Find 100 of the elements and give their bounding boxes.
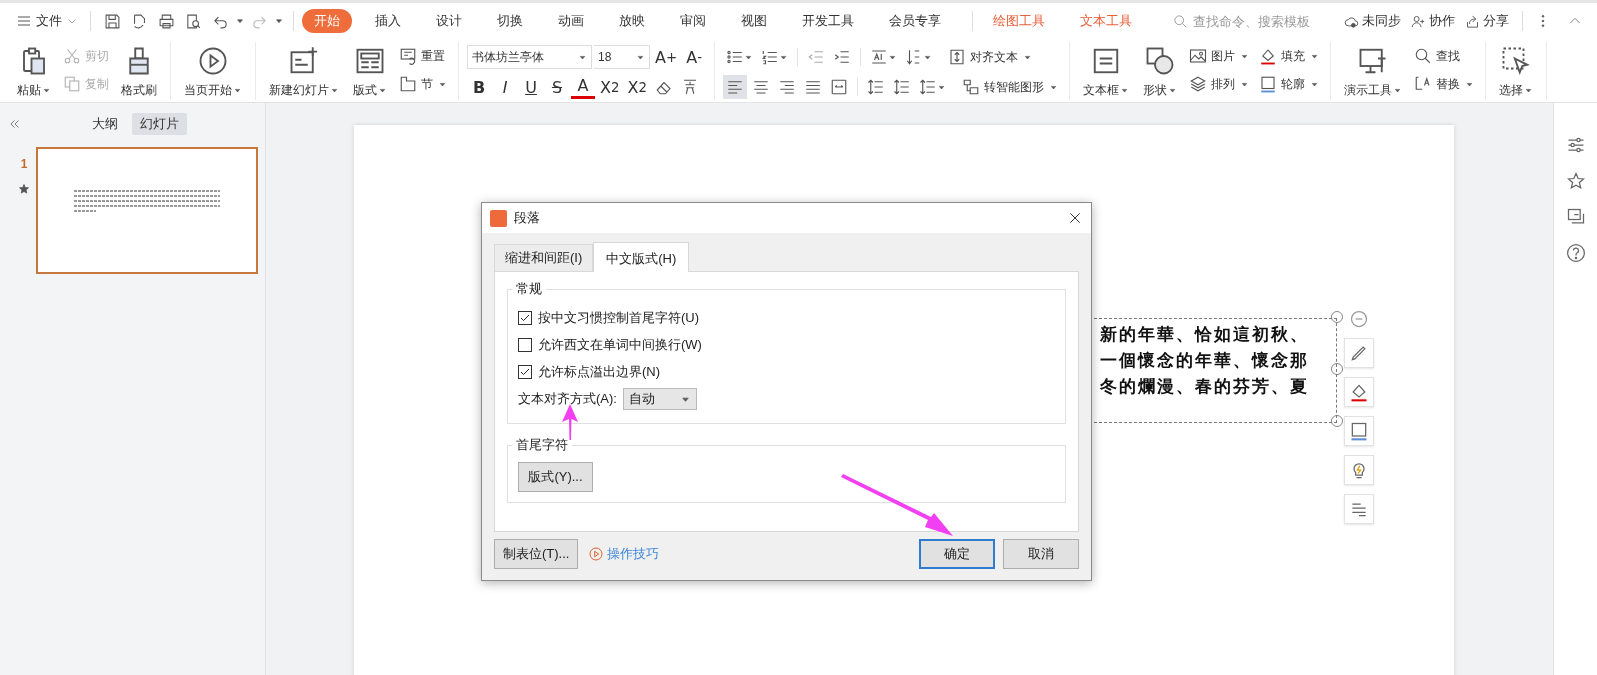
tips-link[interactable]: 操作技巧	[588, 545, 660, 563]
app-icon	[490, 209, 507, 227]
checkbox-label: 按中文习惯控制首尾字符(U)	[538, 308, 700, 327]
ribbon-button[interactable]: 粘贴	[12, 44, 56, 101]
search-icon	[1414, 47, 1433, 65]
collapse-panel-button[interactable]	[8, 117, 22, 131]
search-field[interactable]: 查找命令、搜索模板	[1191, 12, 1321, 30]
format-button[interactable]: U	[519, 75, 543, 99]
field-label: 文本对齐方式(A):	[518, 390, 617, 408]
text-line: 新的年華、恰如這初秋、	[1100, 324, 1309, 346]
file-menu[interactable]: 文件	[12, 9, 82, 33]
ribbon-tab[interactable]: 文本工具	[1068, 9, 1144, 33]
line-spacing-icon	[867, 78, 886, 96]
ribbon-tab[interactable]: 开发工具	[790, 9, 866, 33]
section-icon	[399, 75, 417, 93]
view-tab[interactable]: 幻灯片	[132, 113, 187, 135]
ribbon-button[interactable]: 查找	[1411, 44, 1478, 68]
tab-stops-button[interactable]: 制表位(T)...	[494, 539, 579, 569]
ribbon-button[interactable]: 重置	[396, 44, 450, 68]
ribbon-button[interactable]: 排列	[1186, 72, 1253, 96]
dialog-title: 段落	[514, 209, 540, 227]
slide-thumbnail[interactable]	[36, 147, 258, 274]
ribbon-button[interactable]: 格式刷	[116, 44, 162, 101]
ribbon-button[interactable]: 文本框	[1078, 44, 1135, 101]
ribbon-tab[interactable]: 插入	[363, 9, 413, 33]
text-direction-icon	[870, 48, 889, 66]
ribbon-button[interactable]: 新建幻灯片	[264, 44, 344, 101]
format-button[interactable]: B	[467, 75, 491, 99]
sidebar-button[interactable]	[1565, 243, 1586, 263]
format-button[interactable]: A	[571, 75, 595, 99]
ribbon-button[interactable]: 形状	[1138, 44, 1183, 101]
ribbon-tab[interactable]: 放映	[607, 9, 657, 33]
toolbar-action[interactable]: 协作	[1406, 9, 1460, 33]
collapse-toolbar-button[interactable]	[1349, 309, 1369, 329]
ribbon-button[interactable]: 版式	[348, 44, 392, 101]
floating-tool-button[interactable]	[1344, 455, 1374, 485]
share-icon	[1465, 13, 1480, 29]
font-name-field[interactable]: 书体坊兰亭体	[467, 45, 592, 69]
floating-tool-button[interactable]	[1344, 416, 1374, 446]
ribbon-button[interactable]: 转智能图形	[959, 75, 1062, 99]
ribbon-tab[interactable]: 动画	[546, 9, 596, 33]
ribbon-button[interactable]: 节	[396, 72, 450, 96]
reset-icon	[399, 47, 417, 65]
justify-icon	[804, 78, 823, 96]
format-button[interactable]: S	[545, 75, 569, 99]
format-button[interactable]: I	[493, 75, 517, 99]
ribbon-button[interactable]: 对齐文本	[945, 45, 1036, 69]
ribbon-button[interactable]: 当页开始	[179, 44, 247, 101]
toolbar-action[interactable]: 分享	[1460, 9, 1514, 33]
floating-tool-button[interactable]	[1344, 377, 1374, 407]
checkbox[interactable]	[518, 337, 532, 352]
fill-icon	[1349, 382, 1369, 402]
ribbon-button[interactable]: 图片	[1186, 44, 1253, 68]
ribbon-button[interactable]: 填充	[1256, 44, 1323, 68]
picture-icon	[1189, 47, 1208, 65]
toolbar-action[interactable]: 未同步	[1339, 9, 1406, 33]
layout-icon	[355, 46, 385, 76]
ribbon-tab[interactable]: 切换	[485, 9, 535, 33]
search-icon	[1173, 13, 1188, 29]
close-button[interactable]	[1067, 210, 1083, 226]
resize-handle[interactable]	[1331, 415, 1343, 427]
sidebar-button[interactable]	[1565, 171, 1586, 191]
ribbon-tab[interactable]: 会员专享	[877, 9, 953, 33]
alignment-dropdown[interactable]: 自动	[622, 388, 697, 410]
scissors-icon	[63, 47, 81, 65]
text-box[interactable]: 新的年華、恰如這初秋、 一個懷念的年華、懷念那 冬的爛漫、春的芬芳、夏	[1094, 318, 1337, 423]
ribbon-button[interactable]: 替换	[1411, 72, 1478, 96]
selection-icon	[1501, 46, 1532, 76]
ribbon-tab[interactable]: 审阅	[668, 9, 718, 33]
dialog-button[interactable]: 取消	[1003, 539, 1079, 569]
paragraph-spacing-icon	[893, 78, 912, 96]
annotation-arrow	[562, 404, 578, 440]
resize-handle[interactable]	[1331, 311, 1343, 323]
ribbon-button[interactable]: 选择	[1494, 44, 1539, 101]
ribbon-tab[interactable]: 视图	[729, 9, 779, 33]
checkbox[interactable]	[518, 364, 532, 379]
floating-tool-button[interactable]	[1344, 494, 1374, 524]
dialog-tab[interactable]: 缩进和间距(I)	[494, 244, 594, 271]
animation-star-icon	[18, 183, 30, 195]
view-tab[interactable]: 大纲	[84, 113, 126, 135]
font-size-field[interactable]: 18	[594, 45, 650, 69]
checkbox[interactable]	[518, 310, 532, 325]
fill-icon	[1259, 47, 1278, 65]
alignment-button[interactable]	[723, 75, 748, 99]
ribbon-button[interactable]: 轮廓	[1256, 72, 1323, 96]
ribbon-tab[interactable]: 绘图工具	[981, 9, 1057, 33]
dialog-button[interactable]: 确定	[919, 539, 995, 569]
resize-handle[interactable]	[1331, 363, 1343, 375]
group-title: 常规	[515, 280, 543, 298]
ribbon-tab[interactable]: 设计	[424, 9, 474, 33]
floating-tool-button[interactable]	[1344, 338, 1374, 368]
dialog-tab[interactable]: 中文版式(H)	[593, 242, 690, 272]
checkbox-label: 允许西文在单词中间换行(W)	[538, 335, 702, 354]
ribbon-button[interactable]: 演示工具	[1339, 44, 1408, 101]
line-spacing-icon	[919, 78, 938, 96]
outline-icon	[1349, 421, 1369, 441]
play-icon	[198, 46, 228, 76]
dropdown-icon	[235, 16, 245, 26]
format-button[interactable]: 版式(Y)...	[518, 462, 593, 492]
layers-icon	[1189, 75, 1208, 93]
